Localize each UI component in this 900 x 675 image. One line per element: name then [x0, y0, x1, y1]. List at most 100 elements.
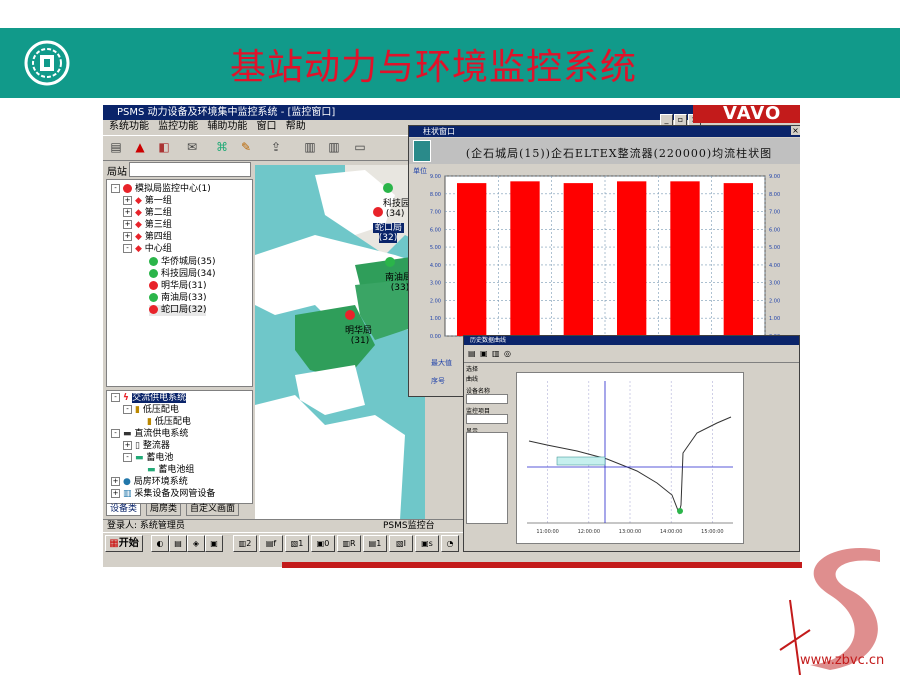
device-select[interactable] [466, 394, 508, 404]
collapse-icon[interactable]: - [123, 244, 132, 253]
taskbar-app-icon[interactable]: ▣ [205, 535, 223, 552]
battery-group-icon: ▬ [147, 465, 159, 475]
collapse-icon[interactable]: - [111, 393, 120, 402]
tree-node[interactable]: + ▯ 整流器 [123, 441, 170, 452]
menu-item-auxiliary[interactable]: 辅助功能 [207, 121, 247, 132]
status-center: PSMS监控台 [383, 521, 435, 531]
y-tick-label: 8.00 [430, 192, 441, 198]
bar [670, 181, 700, 336]
select-label: 选择 [466, 366, 479, 373]
tree-node[interactable]: ▮ 低压配电 [147, 417, 191, 428]
tab-device-type[interactable]: 设备类 [106, 503, 142, 516]
tree-node[interactable]: + ● 局房环境系统 [111, 477, 188, 488]
tree-node[interactable]: - ▬ 蓄电池 [123, 453, 173, 464]
taskbar-window[interactable]: ▥R [337, 535, 361, 552]
status-green-icon [385, 257, 395, 267]
expand-icon[interactable]: + [123, 208, 132, 217]
expand-icon[interactable]: + [111, 477, 120, 486]
bar-chart: 0.000.001.001.002.002.003.003.004.004.00… [430, 174, 780, 341]
y-tick-label-right: 2.00 [769, 298, 780, 304]
map-station-label[interactable]: 蛇口局 (32) [373, 207, 405, 243]
tree-node[interactable]: + ▥ 采集设备及网管设备 [111, 489, 215, 500]
tree-node[interactable]: - ▮ 低压配电 [123, 405, 179, 416]
taskbar-app-icon[interactable]: ◐ [151, 535, 169, 552]
device-icon[interactable]: ◧ [155, 139, 173, 155]
bar-chart-2-icon[interactable]: ▥ [325, 139, 343, 155]
start-button[interactable]: ▦开始 [105, 535, 143, 552]
expand-icon[interactable]: + [123, 220, 132, 229]
status-red-icon [149, 281, 158, 290]
upload-icon[interactable]: ⇪ [267, 139, 285, 155]
status-green-icon [149, 257, 158, 266]
taskbar-window[interactable]: ▤1 [363, 535, 387, 552]
tree-node[interactable]: -ϟ 交流供电系统 [111, 393, 187, 404]
expand-icon[interactable]: + [123, 196, 132, 205]
bar [563, 183, 593, 336]
collapse-icon[interactable]: - [111, 184, 120, 193]
taskbar-app-icon[interactable]: ▤ [169, 535, 187, 552]
taskbar-window[interactable]: ▥2 [233, 535, 257, 552]
tree-node[interactable]: 明华局(31) [149, 281, 206, 292]
tree-node[interactable]: + ◆ 第三组 [123, 220, 172, 231]
map-station-label[interactable]: 明华局 (31) [345, 310, 372, 346]
print-icon[interactable]: ▥ [492, 349, 500, 358]
tree-node[interactable]: 南油局(33) [149, 293, 206, 304]
folder-icon[interactable]: ▤ [468, 349, 476, 358]
brand-logo: VAVO [693, 105, 800, 123]
tree-node[interactable]: - ▬ 直流供电系统 [111, 429, 188, 440]
collapse-icon[interactable]: - [123, 453, 132, 462]
tab-custom-view[interactable]: 自定义画面 [186, 503, 240, 516]
save-icon[interactable]: ▣ [480, 349, 488, 358]
menu-item-system[interactable]: 系统功能 [109, 121, 149, 132]
tree-node[interactable]: ▬ 蓄电池组 [147, 465, 194, 476]
expand-icon[interactable]: + [123, 441, 132, 450]
screen-icon[interactable]: ▭ [351, 139, 369, 155]
taskbar-window[interactable]: ▧I [389, 535, 413, 552]
menu-item-window[interactable]: 窗口 [257, 121, 277, 132]
tree-node[interactable]: + ◆ 第一组 [123, 196, 172, 207]
x-tick-label: 12:00:00 [578, 529, 600, 535]
tree-node[interactable]: 蛇口局(32) [149, 305, 207, 316]
website-url[interactable]: www.zbvc.cn [800, 653, 884, 668]
menu-item-monitor[interactable]: 监控功能 [158, 121, 198, 132]
tool-icon[interactable]: ✎ [237, 139, 255, 155]
taskbar-app-icon[interactable]: ◈ [187, 535, 205, 552]
taskbar-window[interactable]: ◔ [441, 535, 459, 552]
message-icon[interactable]: ✉ [183, 139, 201, 155]
battery-icon: ▬ [135, 453, 147, 463]
taskbar-window[interactable]: ▤f [259, 535, 283, 552]
bar [457, 183, 487, 336]
trend-plot[interactable]: 11:00:00 12:00:00 13:00:00 14:00:00 15:00:00 [516, 372, 744, 544]
station-map[interactable]: 科技园局 (34) 蛇口局 (32) 南油局 (33) 明华局 (31) [255, 165, 425, 520]
station-input[interactable] [129, 162, 251, 177]
network-icon[interactable]: ⌘ [213, 139, 231, 155]
tree-node[interactable]: - 模拟局监控中心(1) [111, 184, 211, 195]
collapse-icon[interactable]: - [111, 429, 120, 438]
zoom-icon[interactable]: ◎ [504, 349, 511, 358]
x-tick-label: 11:00:00 [536, 529, 558, 535]
y-tick-label-right: 4.00 [769, 263, 780, 269]
min-marker [677, 508, 683, 514]
expand-icon[interactable]: + [123, 232, 132, 241]
menu-item-help[interactable]: 帮助 [286, 121, 306, 132]
alarm-bell-icon[interactable]: ▲ [131, 139, 149, 155]
trend-list[interactable] [466, 432, 508, 524]
taskbar-window[interactable]: ▣0 [311, 535, 335, 552]
tree-node[interactable]: + ◆ 第二组 [123, 208, 172, 219]
y-tick-label: 1.00 [430, 316, 441, 322]
item-select[interactable] [466, 414, 508, 424]
close-button[interactable]: × [791, 126, 800, 135]
tree-node[interactable]: 华侨城局(35) [149, 257, 215, 268]
tree-node[interactable]: - ◆ 中心组 [123, 244, 172, 255]
taskbar-window[interactable]: ▧1 [285, 535, 309, 552]
bar-chart-icon[interactable]: ▥ [301, 139, 319, 155]
tree-node[interactable]: + ◆ 第四组 [123, 232, 172, 243]
tab-room-type[interactable]: 局房类 [146, 503, 182, 516]
print-icon[interactable]: ▤ [107, 139, 125, 155]
expand-icon[interactable]: + [111, 489, 120, 498]
tree-node[interactable]: 科技园局(34) [149, 269, 215, 280]
collapse-icon[interactable]: - [123, 405, 132, 414]
taskbar-window[interactable]: ▣s [415, 535, 439, 552]
trend-window[interactable]: 历史数据曲线 ▤ ▣ ▥ ◎ 选择 曲线 设备名称 监控项目 显示 11:00:… [463, 335, 800, 552]
door-icon[interactable] [413, 140, 431, 162]
